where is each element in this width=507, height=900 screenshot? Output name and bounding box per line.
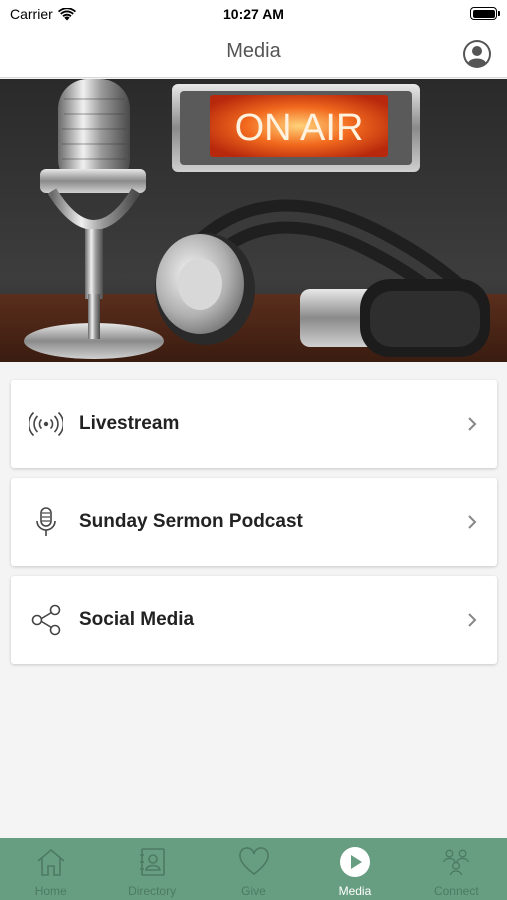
menu-item-sunday-sermon-podcast[interactable]: Sunday Sermon Podcast	[11, 478, 497, 566]
menu-item-label: Social Media	[79, 609, 195, 630]
tab-directory[interactable]: Directory	[101, 838, 202, 900]
profile-icon[interactable]	[462, 39, 492, 69]
menu-item-livestream[interactable]: Livestream	[11, 380, 497, 468]
microphone-icon	[29, 505, 63, 539]
play-circle-icon	[339, 846, 371, 878]
nav-bar: Media	[0, 30, 507, 78]
chevron-right-icon	[468, 417, 477, 431]
tab-bar: Home Directory Give Media Connect	[0, 838, 507, 900]
battery-icon	[470, 7, 500, 20]
on-air-studio-illustration: ON AIR	[0, 79, 507, 362]
tab-label: Directory	[128, 884, 177, 898]
tab-label: Connect	[433, 884, 479, 898]
tab-home[interactable]: Home	[0, 838, 101, 900]
menu-item-social-media[interactable]: Social Media	[11, 576, 497, 664]
tab-media[interactable]: Media	[304, 838, 405, 900]
home-icon	[35, 846, 67, 878]
people-icon	[440, 846, 472, 878]
menu-item-label: Sunday Sermon Podcast	[79, 511, 303, 532]
tab-give[interactable]: Give	[203, 838, 304, 900]
clock: 10:27 AM	[223, 6, 284, 22]
tab-label: Give	[241, 884, 266, 898]
chevron-right-icon	[468, 515, 477, 529]
chevron-right-icon	[468, 613, 477, 627]
status-bar: Carrier 10:27 AM	[0, 0, 507, 30]
broadcast-icon	[29, 407, 63, 441]
tab-connect[interactable]: Connect	[406, 838, 507, 900]
share-icon	[29, 603, 63, 637]
tab-label: Home	[34, 884, 67, 898]
heart-icon	[238, 846, 270, 878]
on-air-sign-text: ON AIR	[235, 107, 364, 149]
menu-item-label: Livestream	[79, 413, 180, 434]
hero-image: ON AIR	[0, 79, 507, 362]
address-book-icon	[136, 846, 168, 878]
page-title: Media	[226, 40, 281, 62]
tab-label: Media	[338, 884, 372, 898]
